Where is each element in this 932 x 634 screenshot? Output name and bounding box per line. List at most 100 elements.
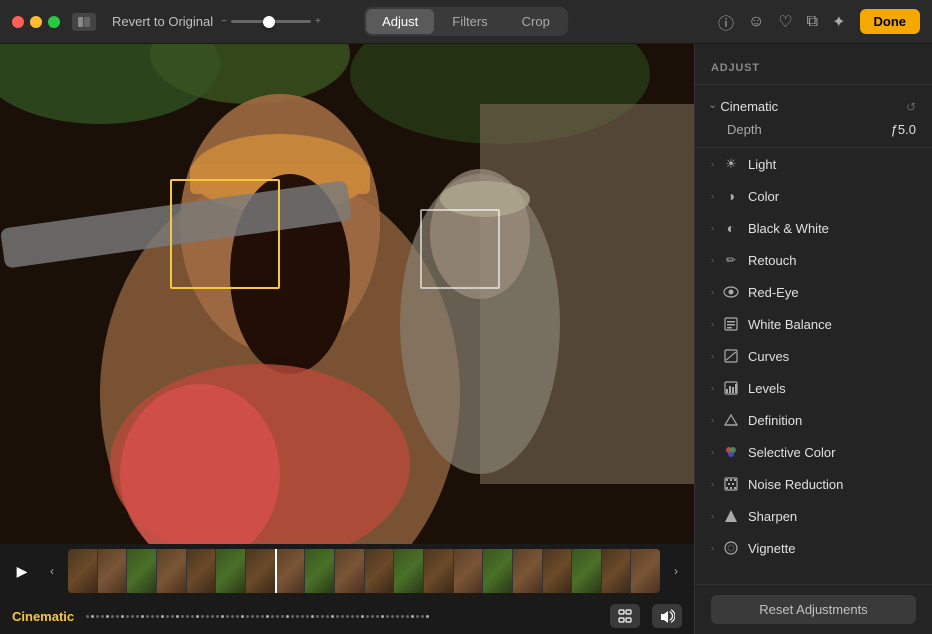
sharpen-label: Sharpen xyxy=(748,509,797,524)
tab-crop[interactable]: Crop xyxy=(506,9,566,34)
copy-icon[interactable]: ⧉ xyxy=(807,13,818,31)
track-dot xyxy=(311,615,314,618)
track-dot xyxy=(101,615,104,618)
adjust-item-retouch[interactable]: › ✏ Retouch xyxy=(695,244,932,276)
sidebar-toggle[interactable] xyxy=(72,13,96,31)
nr-label: Noise Reduction xyxy=(748,477,843,492)
reset-adjustments-button[interactable]: Reset Adjustments xyxy=(711,595,916,624)
adjust-item-vignette[interactable]: › Vignette xyxy=(695,532,932,564)
track-dot xyxy=(281,615,284,618)
tab-adjust[interactable]: Adjust xyxy=(366,9,434,34)
face-box-primary xyxy=(170,179,280,289)
video-content xyxy=(0,44,694,544)
track-dot xyxy=(126,615,129,618)
track-dot xyxy=(116,615,119,618)
track-dot xyxy=(211,615,214,618)
adjust-item-curves[interactable]: › Curves xyxy=(695,340,932,372)
light-icon: ☀ xyxy=(722,155,740,173)
cinematic-mode-label: Cinematic xyxy=(12,609,74,624)
fullscreen-button[interactable] xyxy=(610,604,640,628)
track-dot xyxy=(321,615,324,618)
filmstrip[interactable] xyxy=(68,549,660,593)
adjust-item-selective-color[interactable]: › Selective Color xyxy=(695,436,932,468)
tab-group: Adjust Filters Crop xyxy=(364,7,568,36)
track-dot xyxy=(296,615,299,618)
revert-label[interactable]: Revert to Original xyxy=(112,14,213,29)
color-icon: ◑ xyxy=(722,187,740,205)
track-dot xyxy=(251,615,254,618)
film-frame xyxy=(246,549,275,593)
definition-chevron-icon: › xyxy=(711,415,714,425)
tab-filters[interactable]: Filters xyxy=(436,9,503,34)
bottom-footer: Cinematic xyxy=(0,598,694,634)
track-dot xyxy=(306,615,309,618)
sc-chevron-icon: › xyxy=(711,447,714,457)
adjust-item-sharpen[interactable]: › Sharpen xyxy=(695,500,932,532)
maximize-button[interactable] xyxy=(48,16,60,28)
emoji-icon[interactable]: ☺ xyxy=(748,13,764,31)
film-frame xyxy=(305,549,334,593)
adjust-item-color[interactable]: › ◑ Color xyxy=(695,180,932,212)
adjust-item-black-white[interactable]: › ◐ Black & White xyxy=(695,212,932,244)
brightness-max-icon: + xyxy=(315,16,321,27)
done-button[interactable]: Done xyxy=(860,9,921,34)
film-frame xyxy=(216,549,245,593)
retouch-icon: ✏ xyxy=(722,251,740,269)
track-dot xyxy=(356,615,359,618)
play-button[interactable]: ▶ xyxy=(8,557,36,585)
adjust-item-levels[interactable]: › Levels xyxy=(695,372,932,404)
info-icon[interactable]: ⓘ xyxy=(718,10,734,34)
film-frame xyxy=(543,549,572,593)
track-dot xyxy=(386,615,389,618)
track-dot xyxy=(146,615,149,618)
track-dot xyxy=(381,615,384,618)
track-dot xyxy=(136,615,139,618)
track-dot xyxy=(246,615,249,618)
slider-thumb xyxy=(263,16,275,28)
adjust-item-definition[interactable]: › Definition xyxy=(695,404,932,436)
track-dot xyxy=(176,615,179,618)
main-content: ▶ ‹ xyxy=(0,44,932,634)
definition-label: Definition xyxy=(748,413,802,428)
track-dot xyxy=(191,615,194,618)
film-frame xyxy=(335,549,364,593)
film-frame xyxy=(187,549,216,593)
wb-icon xyxy=(722,315,740,333)
brightness-slider[interactable]: − + xyxy=(221,16,321,27)
cinematic-reset-icon[interactable]: ↺ xyxy=(906,100,916,114)
adjust-item-white-balance[interactable]: › White Balance xyxy=(695,308,932,340)
track-dot xyxy=(411,615,414,618)
nav-next-arrow[interactable]: › xyxy=(666,557,686,585)
film-frame xyxy=(631,549,660,593)
adjust-item-noise-reduction[interactable]: › Noise Reduction xyxy=(695,468,932,500)
minimize-button[interactable] xyxy=(30,16,42,28)
filmstrip-playhead xyxy=(275,549,277,593)
track-dot xyxy=(326,615,329,618)
track-dot xyxy=(181,615,184,618)
adjust-item-red-eye[interactable]: › Red-Eye xyxy=(695,276,932,308)
film-frame xyxy=(157,549,186,593)
close-button[interactable] xyxy=(12,16,24,28)
track-dot xyxy=(406,615,409,618)
video-area: ▶ ‹ xyxy=(0,44,694,634)
color-chevron-icon: › xyxy=(711,191,714,201)
nav-prev-arrow[interactable]: ‹ xyxy=(42,557,62,585)
adjust-list: › Cinematic ↺ Depth ƒ5.0 › ☀ Light › xyxy=(695,85,932,584)
heart-icon[interactable]: ♡ xyxy=(778,12,792,32)
track-dot xyxy=(286,615,289,618)
adjust-item-light[interactable]: › ☀ Light xyxy=(695,148,932,180)
timeline-row: ▶ ‹ xyxy=(0,544,694,598)
audio-button[interactable] xyxy=(652,604,682,628)
track-dot xyxy=(256,615,259,618)
track-dot xyxy=(301,615,304,618)
track-dot xyxy=(106,615,109,618)
cinematic-section-label: Cinematic xyxy=(720,99,906,114)
window-controls xyxy=(72,13,96,31)
film-frame xyxy=(127,549,156,593)
sparkle-icon[interactable]: ✦ xyxy=(832,12,845,32)
brightness-min-icon: − xyxy=(221,16,227,27)
track-dot xyxy=(166,615,169,618)
vignette-label: Vignette xyxy=(748,541,795,556)
cinematic-content: Depth ƒ5.0 xyxy=(695,120,932,143)
cinematic-section-header[interactable]: › Cinematic ↺ xyxy=(695,93,932,120)
